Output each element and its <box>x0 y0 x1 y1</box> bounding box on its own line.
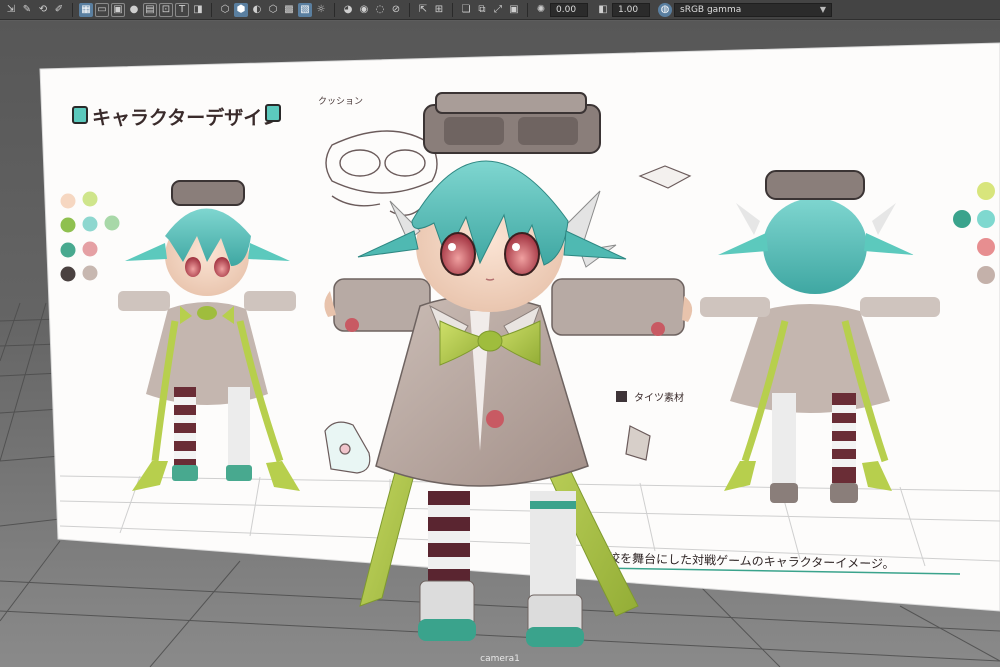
tights-note: タイツ素材 <box>634 391 684 404</box>
grid-icon[interactable]: ▦ <box>79 2 93 17</box>
gate-mask-icon[interactable]: ● <box>127 3 141 17</box>
isolate-select-icon[interactable]: ⇱ <box>416 3 430 17</box>
safe-action-icon[interactable]: ⊡ <box>159 2 173 17</box>
exposure-field[interactable]: 0.00 <box>550 2 588 17</box>
textured-icon[interactable]: ▩ <box>282 3 296 17</box>
perspective-viewport[interactable]: キャラクターデザイン クッション タイツ素材 学校を舞台にした対戦ゲームのキャラ… <box>0 21 1000 667</box>
palette-swatch <box>82 191 98 207</box>
palette-swatch <box>82 265 98 281</box>
xray-joints-icon[interactable]: ⊞ <box>432 3 446 17</box>
goggles <box>423 92 601 154</box>
viewport-scene: キャラクターデザイン クッション タイツ素材 学校を舞台にした対戦ゲームのキャラ… <box>0 21 1000 667</box>
wireframe-icon[interactable]: ⬡ <box>218 3 232 17</box>
palette-swatch <box>953 210 971 228</box>
title-bracket-right-icon <box>265 104 281 122</box>
chevron-down-icon: ▼ <box>819 5 826 14</box>
select-camera-icon[interactable]: ⇲ <box>4 3 18 17</box>
palette-swatch <box>977 266 995 284</box>
button-detail <box>345 318 359 332</box>
resolution-gate-icon[interactable]: ▣ <box>111 2 125 17</box>
color-management-icon[interactable]: ◍ <box>658 2 672 17</box>
display-layers-icon[interactable]: ❏ <box>459 3 473 17</box>
toolbar-divider <box>409 2 410 17</box>
gamma-field[interactable]: 1.00 <box>612 2 650 17</box>
palette-swatch <box>977 238 995 256</box>
palette-swatch <box>60 242 76 258</box>
default-material-icon[interactable]: ◐ <box>250 3 264 17</box>
viewport-toolbar: ⇲ ✎ ⟲ ✐ ▦ ▭ ▣ ● ▤ ⊡ T ◨ ⬡ ⬢ ◐ ⬡ ▩ ▧ ☼ ◕ … <box>0 0 1000 20</box>
toolbar-divider <box>527 2 528 17</box>
shadows-icon[interactable]: ◕ <box>341 3 355 17</box>
bookmark-icon[interactable]: ✐ <box>52 3 66 17</box>
lock-camera-icon[interactable]: ✎ <box>20 3 34 17</box>
cushion-note: クッション <box>318 96 363 107</box>
toolbar-divider <box>72 2 73 17</box>
copy-icon[interactable]: ⧉ <box>475 3 489 17</box>
palette-swatch <box>82 216 98 232</box>
lighting-icon[interactable]: ☼ <box>314 3 328 17</box>
snapshot-icon[interactable]: ⤢ <box>491 3 505 17</box>
palette-swatch <box>60 217 76 233</box>
camera-label: camera1 <box>480 654 520 664</box>
safe-title-icon[interactable]: T <box>175 2 189 17</box>
exposure-icon[interactable]: ✺ <box>534 3 548 17</box>
anti-aliasing-icon[interactable]: ⊘ <box>389 3 403 17</box>
toolbar-divider <box>334 2 335 17</box>
view-transform-dropdown[interactable]: sRGB gamma ▼ <box>674 2 832 17</box>
title-bracket-left-icon <box>72 106 88 124</box>
image-plane-icon[interactable]: ◨ <box>191 3 205 17</box>
palette-swatch <box>60 266 76 282</box>
tights-swatch <box>616 391 627 402</box>
toolbar-divider <box>211 2 212 17</box>
maya-window: ⇲ ✎ ⟲ ✐ ▦ ▭ ▣ ● ▤ ⊡ T ◨ ⬡ ⬢ ◐ ⬡ ▩ ▧ ☼ ◕ … <box>0 0 1000 667</box>
ambient-occlusion-icon[interactable]: ◉ <box>357 3 371 17</box>
film-gate-icon[interactable]: ▭ <box>95 2 109 17</box>
camera-attributes-icon[interactable]: ⟲ <box>36 3 50 17</box>
xray-icon[interactable]: ▧ <box>298 2 312 17</box>
palette-swatch <box>82 241 98 257</box>
view-transform-value: sRGB gamma <box>680 4 742 15</box>
motion-blur-icon[interactable]: ◌ <box>373 3 387 17</box>
smooth-shade-icon[interactable]: ⬢ <box>234 2 248 17</box>
wireframe-on-shaded-icon[interactable]: ⬡ <box>266 3 280 17</box>
field-chart-icon[interactable]: ▤ <box>143 2 157 17</box>
palette-swatch <box>60 193 76 209</box>
palette-swatch <box>977 210 995 228</box>
gamma-icon[interactable]: ◧ <box>596 3 610 17</box>
board-title: キャラクターデザイン <box>92 106 281 129</box>
palette-swatch <box>104 215 120 231</box>
palette-swatch <box>977 182 995 200</box>
toolbar-divider <box>452 2 453 17</box>
playblast-icon[interactable]: ▣ <box>507 3 521 17</box>
